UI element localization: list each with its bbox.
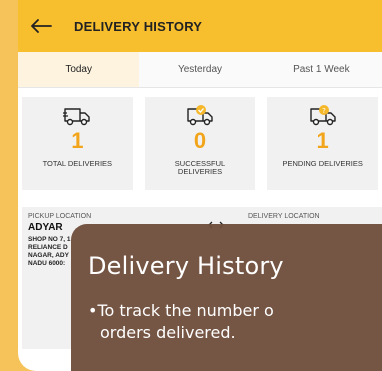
truck-pending-icon: ? xyxy=(309,105,336,126)
truck-check-icon xyxy=(187,105,213,126)
callout-bullet-line: •To track the number o xyxy=(88,301,274,320)
date-tabs: Today Yesterday Past 1 Week xyxy=(18,52,382,88)
stat-value-successful: 0 xyxy=(193,128,207,153)
stat-card-total[interactable]: 1 TOTAL DELIVERIES xyxy=(22,97,133,190)
back-arrow-icon[interactable] xyxy=(30,17,52,35)
stat-card-pending[interactable]: ? 1 PENDING DELIVERIES xyxy=(267,97,379,190)
stat-card-successful[interactable]: 0 SUCCESSFUL DELIVERIES xyxy=(144,97,256,190)
pickup-label: PICKUP LOCATION xyxy=(28,213,92,220)
tab-yesterday[interactable]: Yesterday xyxy=(139,52,260,87)
stats-row: 1 TOTAL DELIVERIES 0 SUCCESSFUL DELIVERI… xyxy=(18,88,382,190)
feature-callout: Delivery History •To track the number o … xyxy=(71,224,382,371)
stat-value-total: 1 xyxy=(71,128,84,153)
tab-past-1-week[interactable]: Past 1 Week xyxy=(261,52,382,87)
truck-icon xyxy=(63,108,91,126)
callout-bullet: •To track the number o orders delivered. xyxy=(88,300,382,344)
delivery-location: DELIVERY LOCATION xyxy=(248,213,320,220)
delivery-label: DELIVERY LOCATION xyxy=(248,213,320,220)
svg-text:?: ? xyxy=(322,107,326,115)
stat-label-successful: SUCCESSFUL DELIVERIES xyxy=(174,159,226,176)
stat-value-pending: 1 xyxy=(316,128,329,153)
callout-bullet-line: orders delivered. xyxy=(100,323,236,342)
callout-title: Delivery History xyxy=(88,252,284,280)
page-title: DELIVERY HISTORY xyxy=(74,18,203,34)
stat-label-pending: PENDING DELIVERIES xyxy=(282,159,363,168)
tab-today[interactable]: Today xyxy=(18,52,140,87)
stat-label-total: TOTAL DELIVERIES xyxy=(42,159,113,168)
app-header: DELIVERY HISTORY xyxy=(18,0,382,52)
